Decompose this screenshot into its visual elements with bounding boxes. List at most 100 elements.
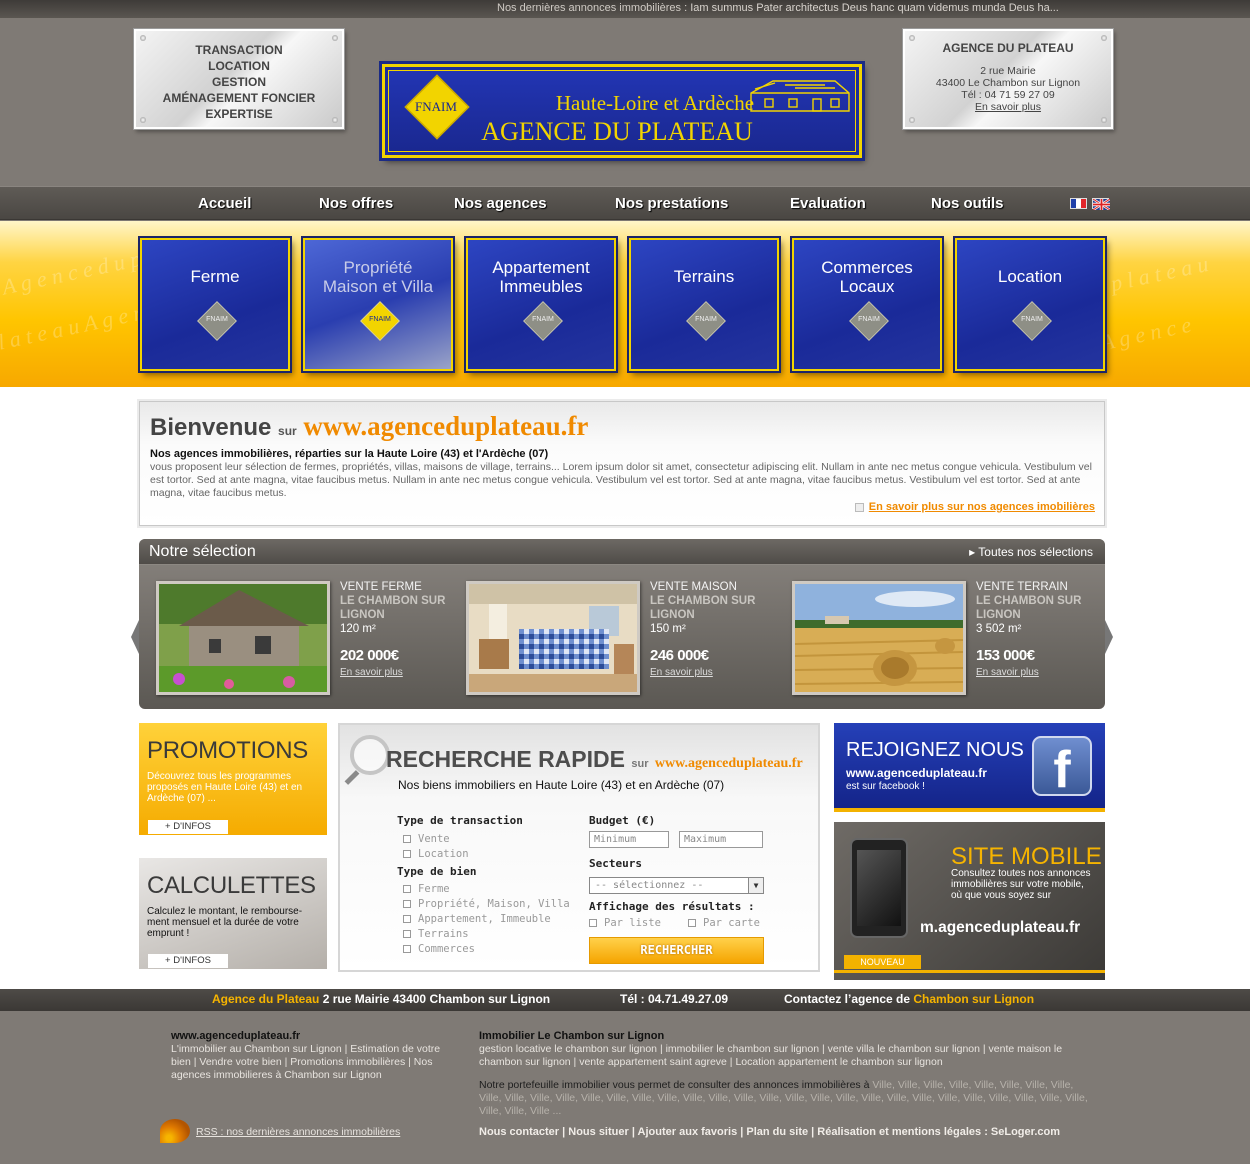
agency-address-street: 2 rue Mairie xyxy=(980,65,1036,77)
calculettes-title: CALCULETTES xyxy=(147,872,316,899)
listing-area: 3 502 m² xyxy=(976,623,1022,635)
search-title: RECHERCHE RAPIDE sur www.agenceduplateau… xyxy=(386,746,803,772)
arrow-icon xyxy=(855,503,864,512)
nav-nos-offres[interactable]: Nos offres xyxy=(319,195,393,212)
footer-site-title: www.agenceduplateau.fr xyxy=(171,1030,301,1042)
checkbox-ferme[interactable]: Ferme xyxy=(403,883,450,895)
calculettes-body: Calculez le montant, le rembourse-ment m… xyxy=(147,906,303,939)
footer-phone: Tél : 04.71.49.27.09 xyxy=(620,992,729,1006)
listing-area: 120 m² xyxy=(340,623,376,635)
mobile-title: SITE MOBILE xyxy=(951,843,1102,870)
search-subtitle: Nos biens immobiliers en Haute Loire (43… xyxy=(398,778,725,792)
ticker-text[interactable]: : Iam summus Pater architectus Deus hanc… xyxy=(681,2,1059,14)
category-commerces[interactable]: Commerces Locaux FNAIM xyxy=(792,238,942,371)
promotions-more-button[interactable]: + D'INFOS xyxy=(148,820,228,834)
calculettes-more-button[interactable]: + D'INFOS xyxy=(148,954,228,968)
checkbox-commerces[interactable]: Commerces xyxy=(403,943,475,955)
rss-link[interactable]: RSS : nos dernières annonces immobilière… xyxy=(196,1126,400,1139)
category-band: A g e n c e d u p l a t e a u p l a t e … xyxy=(0,221,1250,387)
nav-nos-agences[interactable]: Nos agences xyxy=(454,195,547,212)
facebook-sub: est sur facebook ! xyxy=(846,781,925,792)
promotions-title: PROMOTIONS xyxy=(147,737,309,764)
listing-photo-farm[interactable] xyxy=(156,581,330,695)
category-label: Appartement Immeubles xyxy=(492,258,590,296)
carousel-prev-arrow-icon[interactable] xyxy=(131,620,139,654)
logo-agency-name: AGENCE DU PLATEAU xyxy=(481,117,753,146)
promotions-body: Découvrez tous les programmes proposés e… xyxy=(147,771,303,804)
listing-photo-field[interactable] xyxy=(792,581,966,695)
footer-seo-title: Immobilier Le Chambon sur Lignon xyxy=(479,1030,665,1042)
quick-search-form: RECHERCHE RAPIDE sur www.agenceduplateau… xyxy=(338,723,820,972)
footer-menu[interactable]: Nous contacter | Nous situer | Ajouter a… xyxy=(479,1126,1060,1139)
calculettes-box[interactable]: CALCULETTES Calculez le montant, le remb… xyxy=(139,858,327,969)
french-flag-icon[interactable] xyxy=(1070,198,1087,209)
category-terrains[interactable]: Terrains FNAIM xyxy=(629,238,779,371)
listing-type: VENTE MAISON xyxy=(650,581,737,593)
selection-carousel: Notre sélection ▸ Toutes nos sélections … xyxy=(139,539,1105,709)
listing-info: VENTE MAISON LE CHAMBON SUR LIGNON 150 m… xyxy=(650,580,770,678)
agency-logo[interactable]: FNAIM Haute-Loire et Ardèche AGENCE DU P… xyxy=(382,64,862,158)
checkbox-terrains[interactable]: Terrains xyxy=(403,928,469,940)
nav-nos-prestations[interactable]: Nos prestations xyxy=(615,195,728,212)
listing-more-link[interactable]: En savoir plus xyxy=(650,666,713,680)
checkbox-propriete[interactable]: Propriété, Maison, Villa xyxy=(403,898,570,910)
footer-contact[interactable]: Contactez l’agence de Chambon sur Lignon xyxy=(784,989,1034,1010)
footer-left-links[interactable]: L'immobilier au Chambon sur Lignon | Est… xyxy=(171,1043,449,1082)
smartphone-icon xyxy=(850,838,908,938)
rss-icon[interactable] xyxy=(160,1119,190,1143)
main-nav: Accueil Nos offres Nos agences Nos prest… xyxy=(0,186,1250,220)
listing-info: VENTE FERME LE CHAMBON SUR LIGNON 120 m²… xyxy=(340,580,460,678)
category-ferme[interactable]: Ferme FNAIM xyxy=(140,238,290,371)
ticker-label[interactable]: Nos dernières annonces immobilières xyxy=(497,2,681,14)
service-expertise: EXPERTISE xyxy=(205,107,273,121)
listing-info: VENTE TERRAIN LE CHAMBON SUR LIGNON 3 50… xyxy=(976,580,1096,678)
carousel-next-arrow-icon[interactable] xyxy=(1105,620,1113,654)
promotions-box[interactable]: PROMOTIONS Découvrez tous les programmes… xyxy=(139,723,327,835)
affichage-label: Affichage des résultats : xyxy=(589,900,755,913)
facebook-title: REJOIGNEZ NOUS xyxy=(846,739,1024,761)
nav-accueil[interactable]: Accueil xyxy=(198,195,251,212)
category-location[interactable]: Location FNAIM xyxy=(955,238,1105,371)
category-propriete[interactable]: Propriété Maison et Villa FNAIM xyxy=(303,238,453,371)
welcome-more-link[interactable]: En savoir plus sur nos agences imobilièr… xyxy=(869,501,1095,513)
facebook-box[interactable]: REJOIGNEZ NOUS www.agenceduplateau.fr es… xyxy=(834,723,1105,808)
checkbox-appartement[interactable]: Appartement, Immeuble xyxy=(403,913,551,925)
footer-seo-links[interactable]: gestion locative le chambon sur lignon |… xyxy=(479,1043,1089,1069)
nav-nos-outils[interactable]: Nos outils xyxy=(931,195,1004,212)
logo-region: Haute-Loire et Ardèche xyxy=(555,91,755,115)
english-flag-icon[interactable] xyxy=(1092,198,1110,210)
welcome-box: Bienvenue sur www.agenceduplateau.fr Nos… xyxy=(139,401,1105,526)
budget-min-input[interactable]: Minimum xyxy=(589,831,669,848)
agency-more-link[interactable]: En savoir plus xyxy=(975,101,1041,113)
mobile-site-box[interactable]: SITE MOBILE Consultez toutes nos annonce… xyxy=(834,822,1105,980)
footer: www.agenceduplateau.fr L'immobilier au C… xyxy=(0,1011,1250,1164)
listing-price: 153 000€ xyxy=(976,647,1035,664)
category-appartement[interactable]: Appartement Immeubles FNAIM xyxy=(466,238,616,371)
agency-contact-plaque: AGENCE DU PLATEAU 2 rue Mairie 43400 Le … xyxy=(903,29,1113,129)
checkbox-location[interactable]: Location xyxy=(403,848,469,860)
nav-evaluation[interactable]: Evaluation xyxy=(790,195,866,212)
secteurs-select[interactable]: -- sélectionnez -- ▼ xyxy=(589,877,764,894)
listing-photo-house[interactable] xyxy=(466,581,640,695)
fnaim-badge: FNAIM xyxy=(415,99,457,114)
service-gestion: GESTION xyxy=(211,75,266,89)
all-selections-link[interactable]: ▸ Toutes nos sélections xyxy=(969,545,1093,559)
radio-par-liste[interactable]: Par liste xyxy=(589,917,661,929)
services-plaque: TRANSACTION LOCATION GESTION AMÉNAGEMENT… xyxy=(134,29,344,129)
mobile-body: Consultez toutes nos annonces immobilièr… xyxy=(951,868,1091,901)
search-button[interactable]: RECHERCHER xyxy=(589,937,764,964)
listing-type: VENTE FERME xyxy=(340,581,422,593)
listing-more-link[interactable]: En savoir plus xyxy=(976,666,1039,680)
listing-more-link[interactable]: En savoir plus xyxy=(340,666,403,680)
new-badge: NOUVEAU xyxy=(844,955,921,969)
checkbox-vente[interactable]: Vente xyxy=(403,833,450,845)
mobile-url[interactable]: m.agenceduplateau.fr xyxy=(920,919,1080,937)
facebook-icon[interactable]: f xyxy=(1032,736,1092,799)
welcome-url: www.agenceduplateau.fr xyxy=(303,411,589,441)
selection-header: Notre sélection ▸ Toutes nos sélections xyxy=(139,539,1105,565)
radio-par-carte[interactable]: Par carte xyxy=(688,917,760,929)
listing-price: 246 000€ xyxy=(650,647,709,664)
category-label: Terrains xyxy=(673,267,735,286)
budget-max-input[interactable]: Maximum xyxy=(679,831,763,848)
welcome-subtitle: Nos agences immobilières, réparties sur … xyxy=(150,448,549,460)
